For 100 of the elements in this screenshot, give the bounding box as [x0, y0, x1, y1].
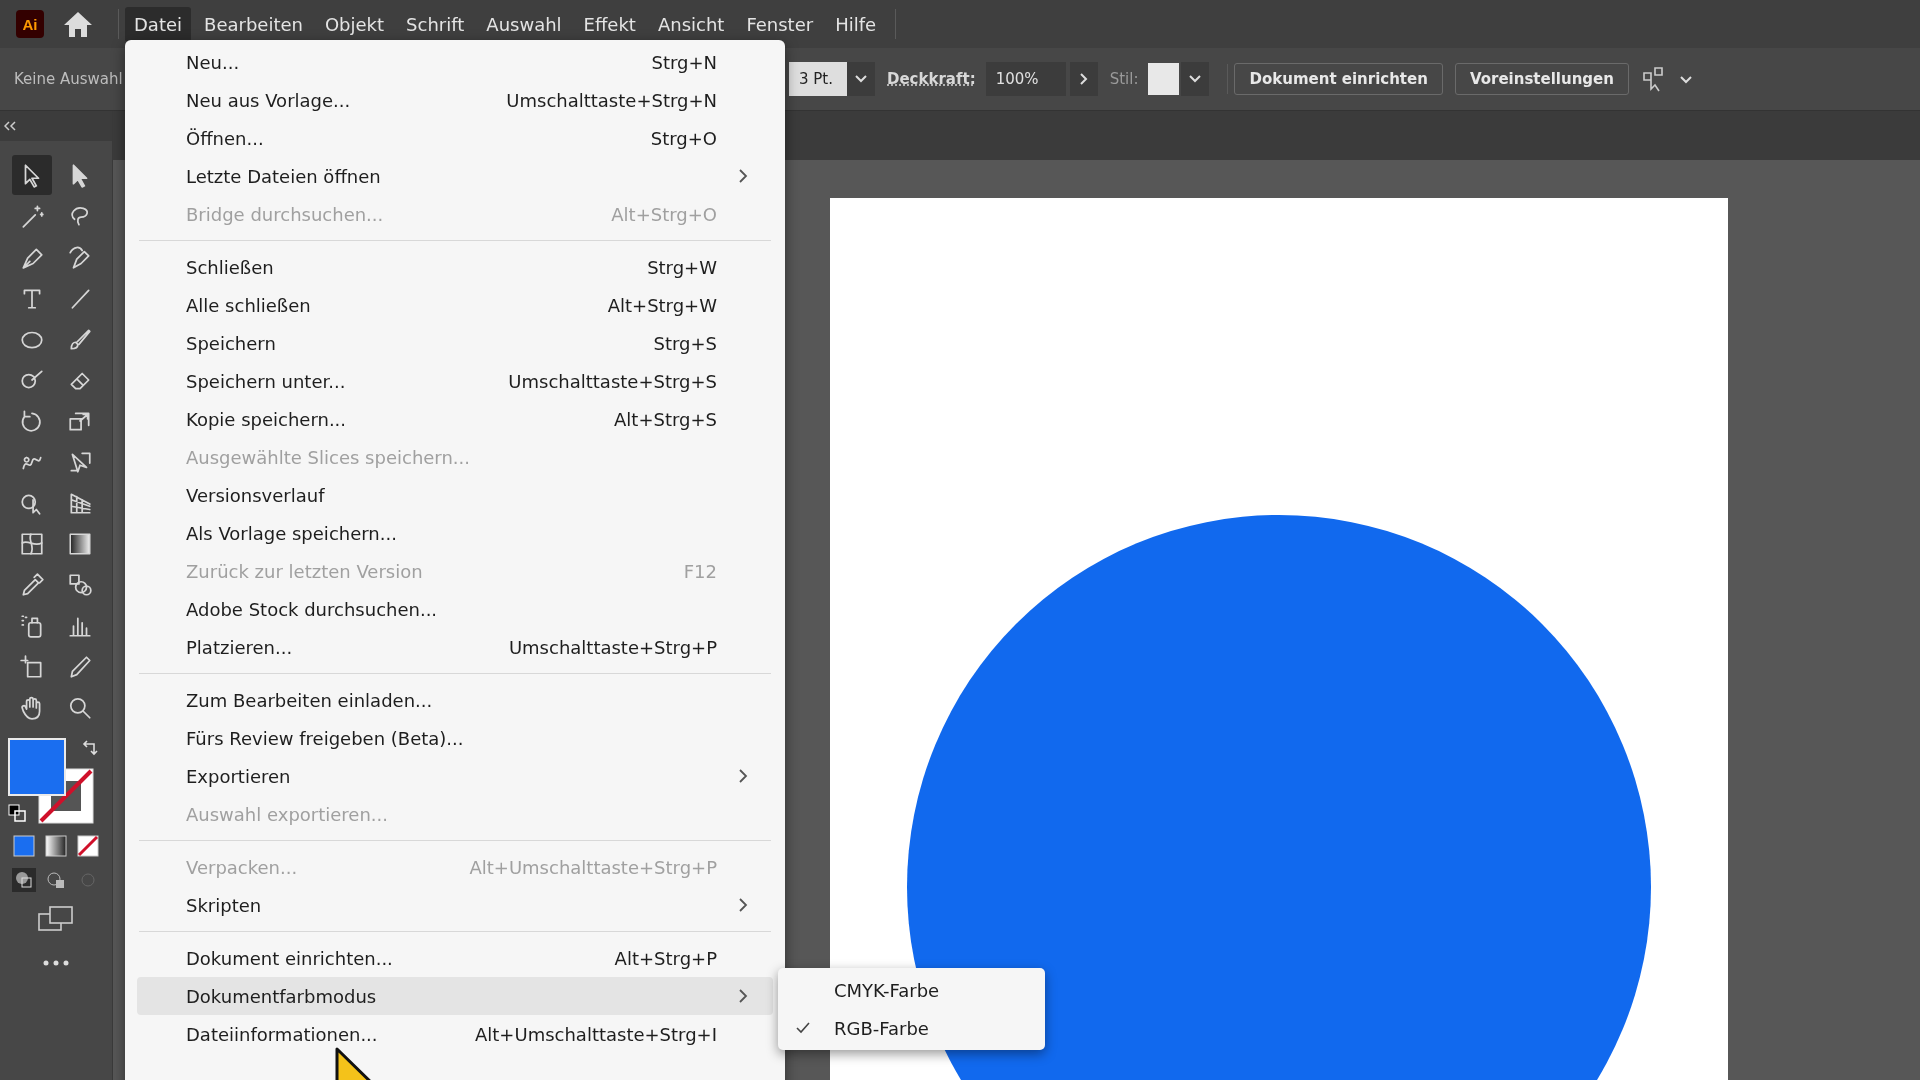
fill-color-swatch[interactable] [8, 738, 66, 796]
menu-item-label: Alle schließen [186, 294, 312, 316]
shortcut-text: Alt+Strg+P [614, 947, 717, 969]
shortcut-text: Strg+N [651, 51, 717, 73]
stroke-weight-dropdown[interactable] [847, 62, 875, 96]
menu-item-label: Dateiinformationen... [186, 1023, 379, 1045]
menu-item[interactable]: Schließen Strg+W [137, 248, 773, 286]
stroke-weight-field[interactable]: 3 Pt. [789, 62, 847, 96]
chevron-down-icon [1678, 74, 1693, 85]
opacity-field[interactable]: 100% [985, 62, 1066, 96]
menu-item[interactable]: Skripten [137, 886, 773, 924]
menu-item[interactable]: Neu... Strg+N [137, 43, 773, 81]
submenu-item[interactable]: RGB-Farbe [834, 1017, 929, 1039]
menu-item-label: Speichern unter... [186, 370, 347, 392]
zoom-icon [67, 695, 93, 721]
none-icon[interactable] [76, 834, 100, 858]
eyedropper-icon [19, 572, 45, 598]
menu-item-label: Fürs Review freigeben (Beta)... [186, 727, 465, 749]
swap-icon[interactable] [80, 738, 100, 758]
menu-bar-item[interactable]: Hilfe [826, 6, 886, 42]
menu-bar-item[interactable]: Bearbeiten [195, 6, 312, 42]
shortcut-text: Strg+S [653, 332, 717, 354]
opacity-label[interactable]: Deckkraft: [887, 70, 976, 88]
menu-item-label: Exportieren [186, 765, 292, 787]
menu-item[interactable]: Als Vorlage speichern... [137, 514, 773, 552]
shortcut-text: Alt+Strg+S [614, 408, 717, 430]
shortcut-text: F12 [683, 560, 717, 582]
shortcut-text: Umschalttaste+Strg+N [506, 89, 717, 111]
menu-item-label: Skripten [186, 894, 263, 916]
perspective-grid-icon [67, 490, 93, 516]
menu-item[interactable]: Exportieren [137, 757, 773, 795]
menu-item[interactable]: Speichern unter... Umschalttaste+Strg+S [137, 362, 773, 400]
menu-item-label: Versionsverlauf [186, 484, 326, 506]
shortcut-text: Alt+Strg+O [611, 203, 717, 225]
menu-item-label: Ausgewählte Slices speichern... [186, 446, 472, 468]
opacity-expand-button[interactable] [1069, 62, 1098, 96]
menu-item[interactable]: Dokument einrichten... Alt+Strg+P [137, 939, 773, 977]
gradient-icon[interactable] [44, 834, 68, 858]
menu-item-label: Speichern [186, 332, 277, 354]
menu-item-label: Neu... [186, 51, 241, 73]
menu-bar-item[interactable]: Fenster [737, 6, 823, 42]
menu-item-label: Öffnen... [186, 127, 265, 149]
menu-item[interactable]: Adobe Stock durchsuchen... [137, 590, 773, 628]
menu-item[interactable]: Dateiinformationen... Alt+Umschalttaste+Strg+I [137, 1015, 773, 1053]
home-icon[interactable] [62, 9, 94, 39]
toolbar-button[interactable]: Voreinstellungen [1454, 63, 1629, 95]
blend-icon [67, 572, 93, 598]
menu-item[interactable]: Neu aus Vorlage... Umschalttaste+Strg+N [137, 81, 773, 119]
menu-item[interactable]: Fürs Review freigeben (Beta)... [137, 719, 773, 757]
shortcut-text: Strg+O [650, 127, 717, 149]
menu-item[interactable]: Speichern Strg+S [137, 324, 773, 362]
shortcut-text: Strg+W [647, 256, 717, 278]
artboard-icon [19, 654, 45, 680]
menu-item[interactable]: Dokumentfarbmodus [137, 977, 773, 1015]
selection-status: Keine Auswahl [14, 70, 124, 88]
menu-bar-item[interactable]: Schrift [397, 6, 474, 42]
shortcut-text: Alt+Strg+W [607, 294, 717, 316]
shortcut-text: Umschalttaste+Strg+S [508, 370, 717, 392]
menu-item-label: Verpacken... [186, 856, 299, 878]
style-dropdown[interactable] [1181, 62, 1210, 96]
paintbrush-icon [67, 326, 93, 352]
menu-item[interactable]: Letzte Dateien öffnen [137, 157, 773, 195]
menu-bar-item[interactable]: Effekt [574, 6, 645, 42]
menu-bar-item[interactable]: Datei [125, 6, 192, 42]
more-tools-icon[interactable] [41, 958, 71, 968]
default-colors-icon[interactable] [8, 804, 26, 822]
shortcut-text: Alt+Umschalttaste+Strg+P [469, 856, 717, 878]
symbol-sprayer-icon [19, 613, 45, 639]
menu-item-label: Schließen [186, 256, 275, 278]
chevron-right-icon [1078, 72, 1089, 86]
menu-item-label: Als Vorlage speichern... [186, 522, 398, 544]
menu-item-label: Kopie speichern... [186, 408, 348, 430]
app-logo[interactable]: Ai [16, 10, 44, 38]
toolbar-button[interactable]: Dokument einrichten [1234, 63, 1443, 95]
chevron-down-icon [854, 74, 868, 84]
menu-item[interactable]: Versionsverlauf [137, 476, 773, 514]
collapse-icon[interactable] [4, 121, 16, 131]
menu-bar-item[interactable]: Ansicht [648, 6, 734, 42]
mesh-icon [19, 531, 45, 557]
tool-button[interactable] [12, 155, 52, 195]
menu-item-label: Platzieren... [186, 636, 294, 658]
menu-item-label: Auswahl exportieren... [186, 803, 390, 825]
color-icon[interactable] [12, 834, 36, 858]
shortcut-text: Umschalttaste+Strg+P [508, 636, 717, 658]
gradient-icon [67, 531, 93, 557]
menu-bar-item[interactable]: Objekt [315, 6, 394, 42]
draw-normal-icon[interactable] [12, 868, 36, 892]
submenu-item[interactable]: CMYK-Farbe [834, 979, 940, 1001]
menu-item-label: Zurück zur letzten Version [186, 560, 424, 582]
style-swatch[interactable] [1148, 63, 1180, 95]
menu-item-label: Zum Bearbeiten einladen... [186, 689, 434, 711]
menu-item-label: Bridge durchsuchen... [186, 203, 385, 225]
menu-item[interactable]: Kopie speichern... Alt+Strg+S [137, 400, 773, 438]
menu-bar-item[interactable]: Auswahl [477, 6, 571, 42]
menu-item[interactable]: Platzieren... Umschalttaste+Strg+P [137, 628, 773, 666]
menu-item[interactable]: Öffnen... Strg+O [137, 119, 773, 157]
chevron-down-icon [1188, 74, 1203, 84]
menu-item-label: Letzte Dateien öffnen [186, 165, 382, 187]
menu-item[interactable]: Zum Bearbeiten einladen... [137, 681, 773, 719]
menu-item[interactable]: Alle schließen Alt+Strg+W [137, 286, 773, 324]
